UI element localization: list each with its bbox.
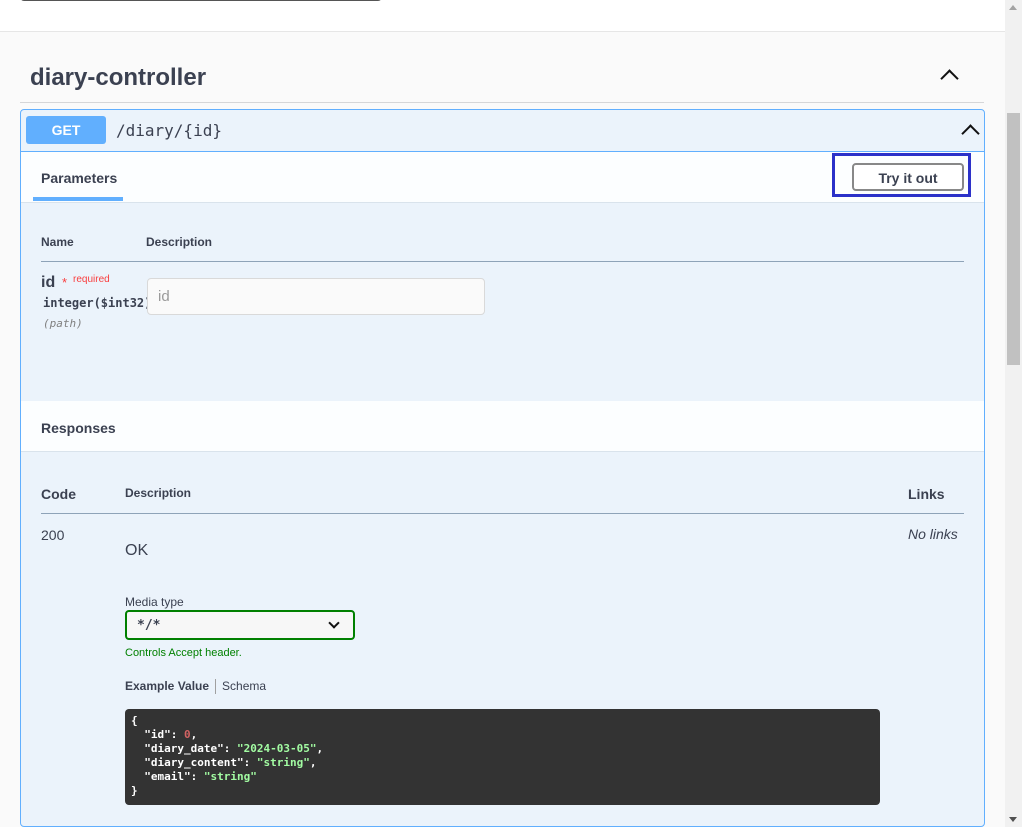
tab-schema[interactable]: Schema (222, 679, 266, 693)
required-label: required (73, 274, 110, 285)
response-description: OK (125, 542, 149, 559)
tag-section-header[interactable]: diary-controller (20, 50, 984, 103)
resp-col-code: Code (41, 486, 76, 502)
json-open-brace: { (131, 714, 138, 727)
json-line-diary-content: "diary_content": "string", (144, 756, 317, 769)
media-type-value: */* (137, 618, 161, 633)
operation-summary[interactable]: GET /diary/{id} (21, 110, 984, 152)
json-close-brace: } (131, 784, 138, 797)
required-star: * (62, 275, 68, 290)
param-header-divider (41, 261, 964, 262)
try-it-out-button[interactable]: Try it out (852, 163, 964, 191)
example-tabs: Example Value Schema (125, 679, 266, 695)
media-type-label: Media type (125, 595, 184, 609)
json-line-diary-date: "diary_date": "2024-03-05", (144, 742, 324, 755)
media-type-select[interactable]: */* (125, 610, 355, 640)
resp-col-description: Description (125, 486, 192, 500)
scrollbar-thumb[interactable] (1007, 113, 1020, 365)
response-links: No links (908, 526, 958, 542)
method-badge: GET (26, 116, 106, 144)
param-name: id (41, 274, 56, 291)
url-input-edge[interactable] (20, 0, 382, 1)
param-col-description: Description (146, 235, 213, 249)
top-bar (0, 0, 1005, 32)
resp-header-divider (41, 513, 964, 514)
param-type: integer($int32) (43, 296, 152, 310)
vertical-scrollbar[interactable] (1005, 0, 1022, 827)
param-col-name: Name (41, 235, 74, 249)
operation-path: /diary/{id} (116, 121, 222, 140)
chevron-down-icon (328, 617, 340, 629)
tab-example-value[interactable]: Example Value (125, 679, 209, 693)
example-code-block: { "id": 0, "diary_date": "2024-03-05", "… (125, 709, 880, 805)
chevron-up-icon[interactable] (940, 69, 959, 88)
param-location: (path) (43, 317, 83, 330)
responses-header: Responses (21, 401, 984, 452)
scroll-down-arrow-icon[interactable] (1009, 817, 1017, 822)
response-code: 200 (41, 527, 65, 543)
scroll-up-arrow-icon[interactable] (1009, 5, 1017, 10)
tab-parameters[interactable]: Parameters (41, 170, 117, 186)
json-line-email: "email": "string" (144, 770, 257, 783)
responses-title: Responses (41, 420, 116, 436)
tag-title: diary-controller (30, 64, 207, 91)
parameters-header: Parameters Try it out (21, 152, 984, 203)
media-type-hint: Controls Accept header. (125, 647, 242, 659)
tab-active-indicator (33, 197, 123, 201)
resp-col-links: Links (908, 486, 945, 502)
tab-separator (215, 679, 217, 695)
json-line-id: "id": 0, (144, 728, 198, 741)
operation-block: GET /diary/{id} Parameters Try it out Na… (20, 109, 985, 827)
chevron-up-icon[interactable] (961, 124, 980, 143)
id-param-input[interactable] (147, 278, 485, 315)
